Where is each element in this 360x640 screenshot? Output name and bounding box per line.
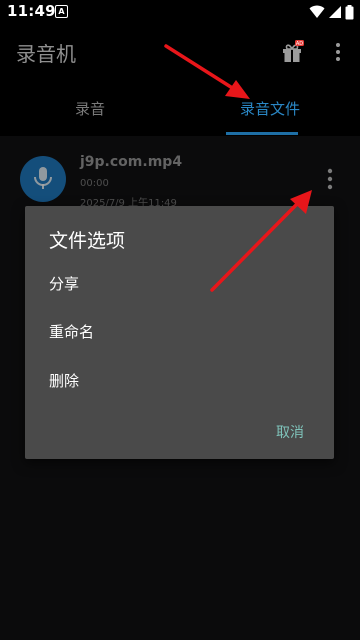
delete-option[interactable]: 删除 bbox=[49, 370, 79, 391]
tab-indicator bbox=[226, 132, 298, 135]
cancel-button[interactable]: 取消 bbox=[276, 422, 304, 442]
tab-bar: 录音 录音文件 bbox=[0, 80, 360, 136]
file-options-dialog: 文件选项 分享 重命名 删除 取消 bbox=[25, 206, 334, 459]
gift-icon[interactable]: AD bbox=[280, 40, 304, 64]
tab-recording-files-label: 录音文件 bbox=[239, 99, 300, 118]
status-icons bbox=[309, 4, 354, 20]
wifi-icon bbox=[309, 5, 325, 18]
battery-icon bbox=[345, 4, 354, 19]
app-bar: 录音机 AD bbox=[0, 24, 360, 80]
rename-option[interactable]: 重命名 bbox=[49, 321, 94, 342]
tab-recording-files[interactable]: 录音文件 bbox=[180, 80, 360, 136]
status-time: 11:49 bbox=[7, 2, 56, 20]
share-option[interactable]: 分享 bbox=[49, 273, 79, 294]
tab-record-label: 录音 bbox=[74, 99, 105, 118]
notification-icon: A bbox=[55, 5, 68, 18]
dialog-title: 文件选项 bbox=[49, 230, 126, 252]
status-bar: 11:49 A bbox=[0, 0, 360, 24]
tab-record[interactable]: 录音 bbox=[0, 80, 180, 136]
overflow-menu-icon[interactable] bbox=[328, 40, 348, 64]
signal-icon bbox=[329, 6, 341, 18]
app-title: 录音机 bbox=[16, 42, 76, 66]
ad-badge: AD bbox=[296, 41, 303, 47]
